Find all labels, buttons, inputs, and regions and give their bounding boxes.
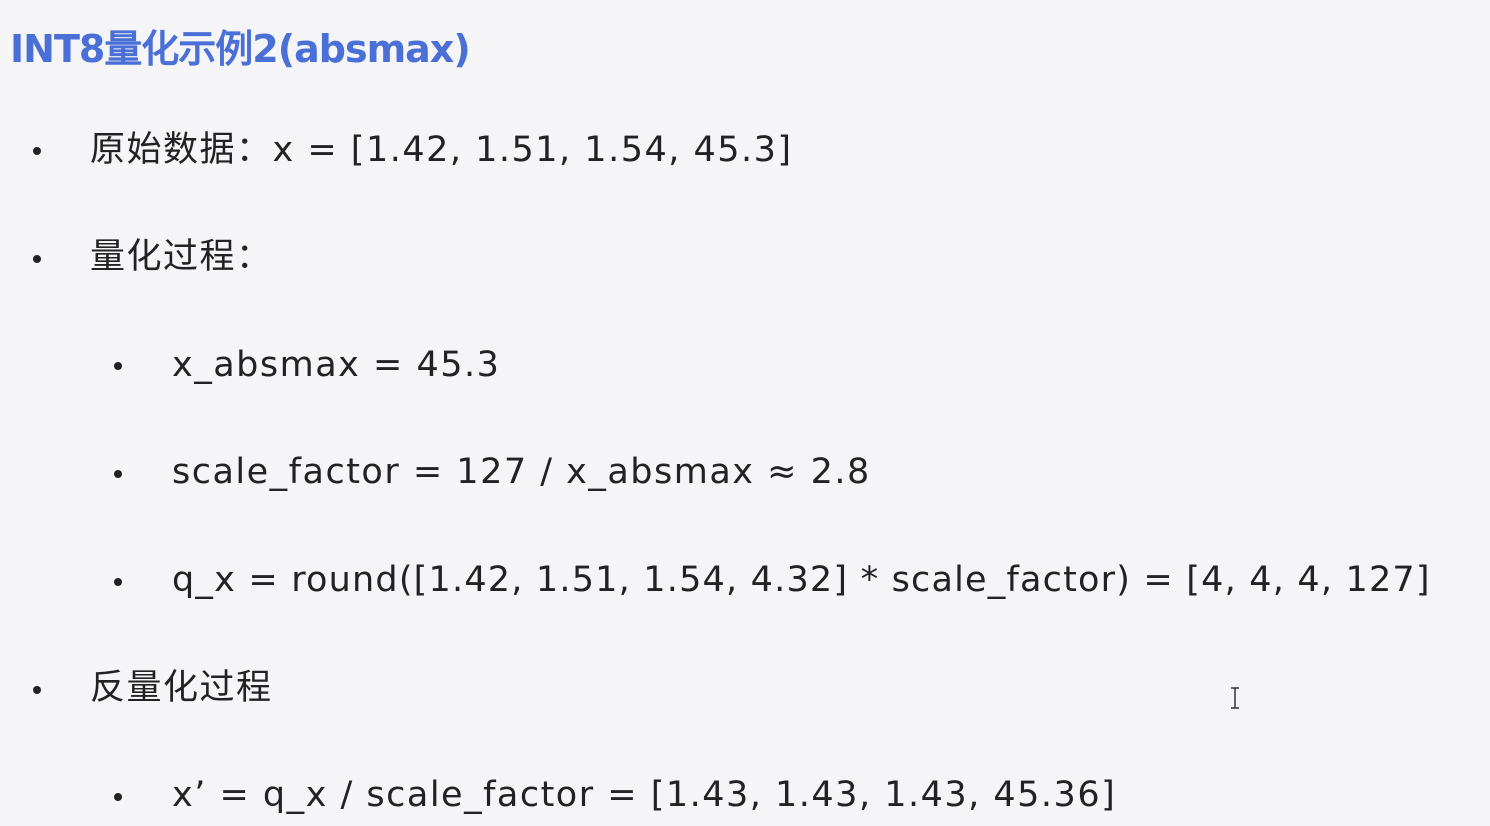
- bullet-quantization-process: 量化过程：: [90, 237, 273, 277]
- sub-bullet-x-prime: x’ = q_x / scale_factor = [1.43, 1.43, 1…: [172, 775, 1117, 815]
- sub-bullet-icon: [114, 470, 122, 478]
- sub-bullet-icon: [114, 578, 122, 586]
- bullet-icon: [33, 686, 41, 694]
- bullet-icon: [33, 255, 41, 263]
- sub-bullet-q-x: q_x = round([1.42, 1.51, 1.54, 4.32] * s…: [172, 560, 1431, 600]
- sub-bullet-icon: [114, 362, 122, 370]
- bullet-icon: [33, 147, 41, 155]
- sub-bullet-scale-factor: scale_factor = 127 / x_absmax ≈ 2.8: [172, 452, 871, 492]
- sub-bullet-absmax: x_absmax = 45.3: [172, 345, 501, 385]
- slide-title: INT8量化示例2(absmax): [10, 27, 471, 71]
- text-cursor-icon: [1231, 687, 1239, 709]
- slide: INT8量化示例2(absmax) 原始数据：x = [1.42, 1.51, …: [0, 0, 1490, 826]
- bullet-original-data: 原始数据：x = [1.42, 1.51, 1.54, 45.3]: [90, 130, 793, 170]
- sub-bullet-icon: [114, 793, 122, 801]
- bullet-dequantization-process: 反量化过程: [90, 668, 273, 708]
